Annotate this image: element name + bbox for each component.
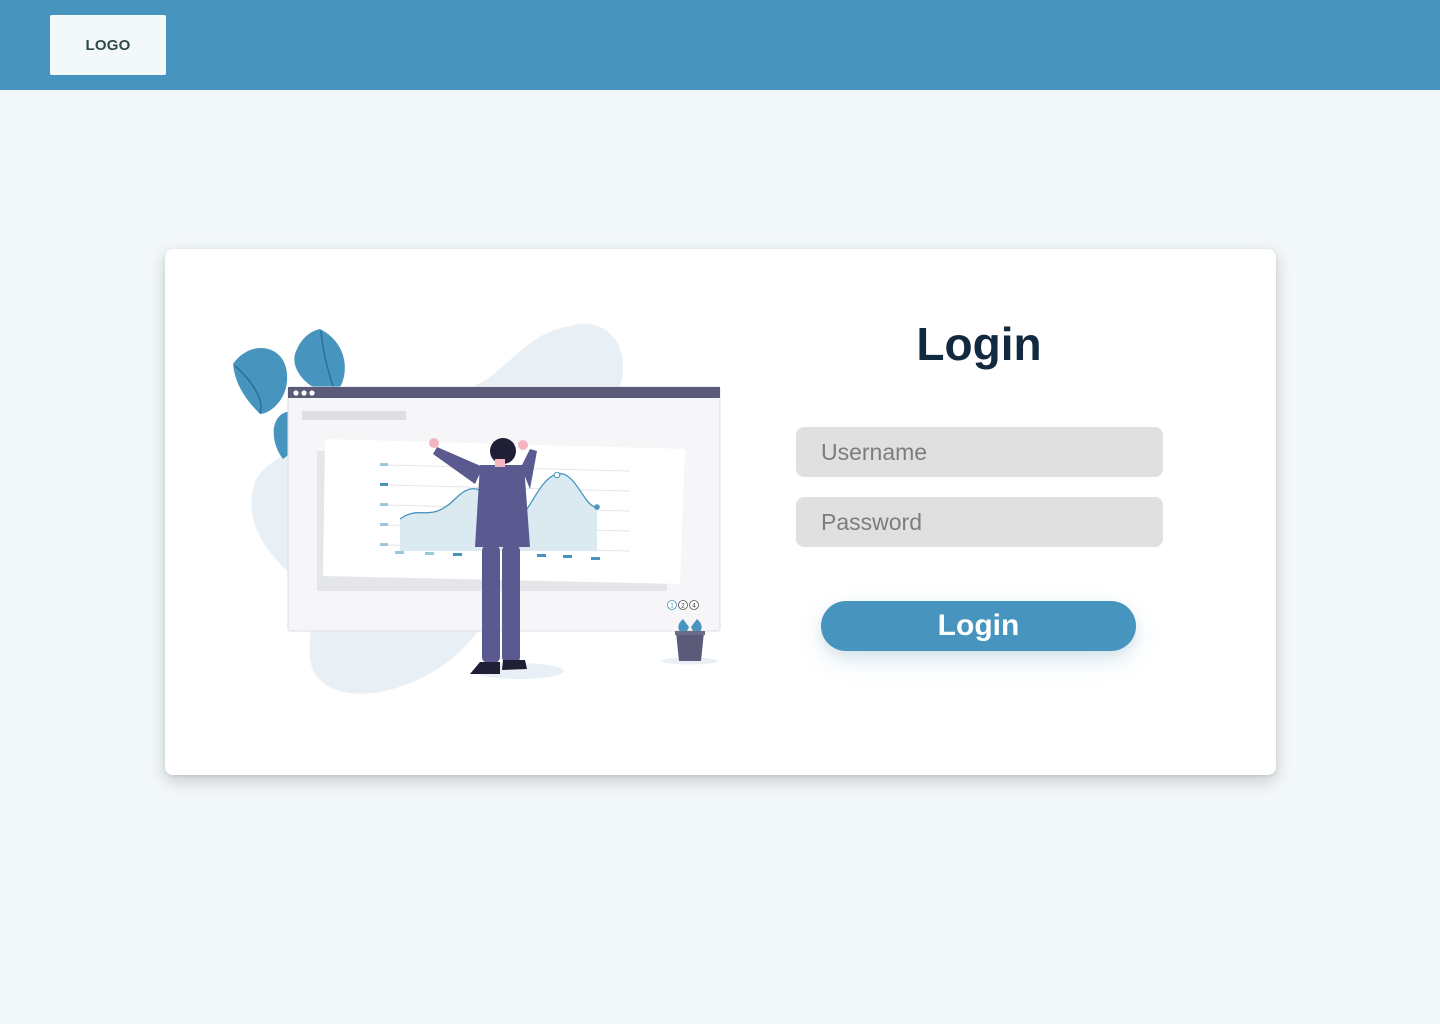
person-analyzing-chart-illustration: 1 2 4 [233,324,721,694]
logo-text: LOGO [85,36,131,54]
password-input[interactable] [796,497,1163,547]
svg-text:1: 1 [670,603,674,610]
username-input[interactable] [796,427,1163,477]
login-button[interactable]: Login [821,601,1136,651]
logo[interactable]: LOGO [50,15,166,75]
login-title: Login [916,318,1042,370]
pagination-dots: 1 2 4 [667,600,699,610]
svg-text:2: 2 [681,603,685,610]
svg-text:4: 4 [692,603,696,610]
top-navigation-bar: LOGO [0,0,1440,90]
login-card: 1 2 4 Login Log [165,249,1276,775]
